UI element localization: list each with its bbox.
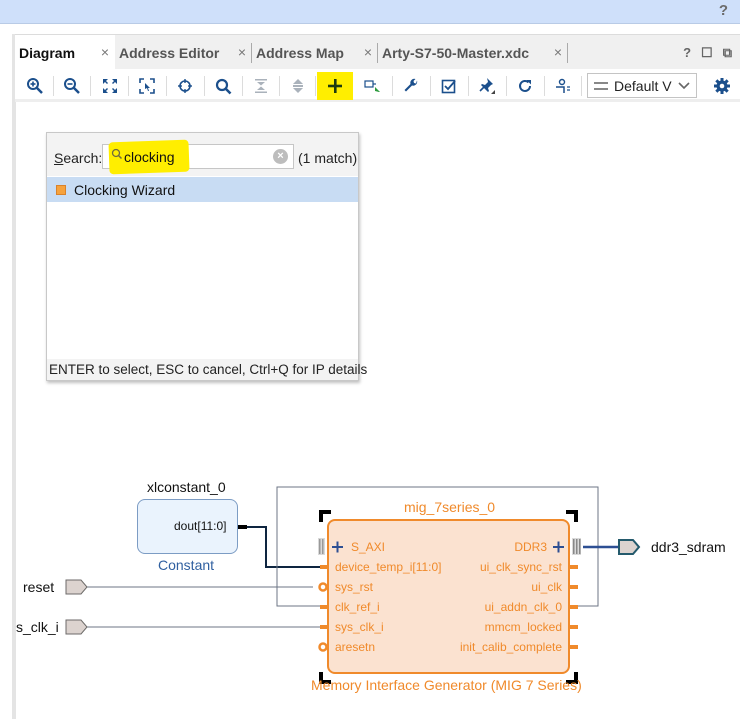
- result-label: Clocking Wizard: [74, 181, 176, 198]
- title-bar: ?: [0, 0, 740, 24]
- search-label-mnemonic: S: [54, 150, 64, 166]
- close-icon[interactable]: ×: [101, 44, 109, 60]
- port-sys-clk[interactable]: s_clk_i: [16, 619, 59, 635]
- tab-label: Arty-S7-50-Master.xdc: [382, 44, 530, 61]
- mig-type-label: Memory Interface Generator (MIG 7 Series…: [311, 677, 582, 693]
- search-icon[interactable]: [208, 72, 238, 100]
- close-icon[interactable]: ×: [364, 44, 372, 60]
- toolbar-divider: [581, 76, 582, 96]
- tab-label: Address Map: [256, 44, 344, 61]
- pin-icon[interactable]: [472, 72, 502, 100]
- zoom-in-icon[interactable]: [20, 72, 50, 100]
- close-icon[interactable]: ×: [554, 44, 562, 60]
- pin-ui-addn-clk-0[interactable]: ui_addn_clk_0: [380, 600, 562, 620]
- search-label: Search:: [54, 150, 102, 166]
- search-input[interactable]: clocking ×: [102, 139, 294, 175]
- toolbar-divider: [279, 76, 280, 96]
- toolbar-divider: [242, 76, 243, 96]
- chevron-down-icon: [678, 76, 690, 97]
- toolbar-divider: [166, 76, 167, 96]
- search-label-text: earch:: [63, 150, 103, 166]
- port-reset[interactable]: reset: [23, 579, 54, 595]
- zoom-selection-icon[interactable]: [132, 72, 162, 100]
- tab-address-map[interactable]: Address Map ×: [252, 35, 378, 70]
- mig-instance-name: mig_7series_0: [404, 499, 496, 515]
- float-icon[interactable]: ⧉: [723, 45, 732, 61]
- toolbar-divider: [53, 76, 54, 96]
- close-icon[interactable]: ×: [238, 44, 246, 60]
- tab-xdc-file[interactable]: Arty-S7-50-Master.xdc ×: [378, 35, 568, 70]
- toolbar-divider: [544, 76, 545, 96]
- add-module-icon[interactable]: [358, 72, 388, 100]
- toolbar-divider: [90, 76, 91, 96]
- zoom-out-icon[interactable]: [57, 72, 87, 100]
- pin-s-axi[interactable]: S_AXI: [351, 540, 385, 554]
- wrench-icon[interactable]: [396, 72, 426, 100]
- toolbar-divider: [204, 76, 205, 96]
- pin-sys-clk-i[interactable]: sys_clk_i: [335, 620, 384, 634]
- zoom-fit-icon[interactable]: [95, 72, 125, 100]
- constant-instance-name: xlconstant_0: [147, 479, 226, 495]
- ip-core-icon: [56, 184, 66, 195]
- maximize-icon[interactable]: ☐: [701, 45, 713, 61]
- pin-init-calib-complete[interactable]: init_calib_complete: [380, 640, 562, 660]
- tab-address-editor[interactable]: Address Editor ×: [115, 35, 252, 70]
- pin-sys-rst[interactable]: sys_rst: [335, 580, 373, 594]
- search-row: Search: clocking × (1 match): [47, 133, 358, 176]
- help-icon[interactable]: ?: [683, 45, 691, 61]
- toolbar-divider: [430, 76, 431, 96]
- center-icon[interactable]: [170, 72, 200, 100]
- popup-hint: ENTER to select, ESC to cancel, Ctrl+Q f…: [47, 359, 367, 380]
- port-ddr3-sdram[interactable]: ddr3_sdram: [651, 539, 726, 555]
- search-query: clocking: [124, 149, 175, 165]
- clear-search-icon[interactable]: ×: [273, 149, 288, 164]
- tab-bar: Diagram × Address Editor × Address Map ×…: [15, 34, 740, 70]
- pin-aresetn[interactable]: aresetn: [335, 640, 375, 654]
- tab-divider: [567, 43, 568, 63]
- add-ip-search-popup: Search: clocking × (1 match) Clocking Wi…: [46, 132, 367, 381]
- constant-block[interactable]: dout[11:0]: [137, 499, 238, 554]
- right-pin-column: ui_clk_sync_rst ui_clk ui_addn_clk_0 mmc…: [380, 560, 562, 660]
- menu-lines-icon: [594, 81, 608, 90]
- pin-clk-ref-i[interactable]: clk_ref_i: [335, 600, 380, 614]
- diagram-toolbar: Default V: [15, 69, 740, 102]
- match-count: (1 match): [298, 150, 358, 166]
- toolbar-divider: [128, 76, 129, 96]
- toolbar-divider: [468, 76, 469, 96]
- refresh-icon[interactable]: [510, 72, 540, 100]
- view-select-value: Default V: [614, 77, 672, 94]
- tab-label: Diagram: [19, 44, 76, 61]
- pin-ddr3[interactable]: DDR3: [400, 540, 547, 560]
- help-button[interactable]: ?: [719, 2, 728, 19]
- pin-ui-clk-sync-rst[interactable]: ui_clk_sync_rst: [380, 560, 562, 580]
- toolbar-divider: [506, 76, 507, 96]
- pin-mmcm-locked[interactable]: mmcm_locked: [380, 620, 562, 640]
- view-select[interactable]: Default V: [587, 73, 697, 98]
- regenerate-layout-icon[interactable]: [548, 72, 578, 100]
- constant-type-label: Constant: [158, 557, 215, 573]
- validate-icon[interactable]: [434, 72, 464, 100]
- search-icon: [111, 148, 123, 163]
- pin-ui-clk[interactable]: ui_clk: [380, 580, 562, 600]
- toolbar-divider: [315, 76, 316, 96]
- pin-dout[interactable]: dout[11:0]: [174, 519, 227, 533]
- right-pin-column: DDR3: [400, 540, 547, 560]
- tab-diagram[interactable]: Diagram ×: [15, 35, 115, 70]
- add-ip-icon: [328, 79, 342, 93]
- tab-actions: ? ☐ ⧉: [683, 45, 732, 61]
- tab-label: Address Editor: [119, 44, 220, 61]
- collapse-icon[interactable]: [246, 72, 276, 100]
- search-result-item[interactable]: Clocking Wizard: [47, 177, 358, 202]
- gear-icon[interactable]: [707, 72, 737, 100]
- add-ip-button[interactable]: [317, 72, 353, 100]
- toolbar-divider: [392, 76, 393, 96]
- expand-icon[interactable]: [283, 72, 313, 100]
